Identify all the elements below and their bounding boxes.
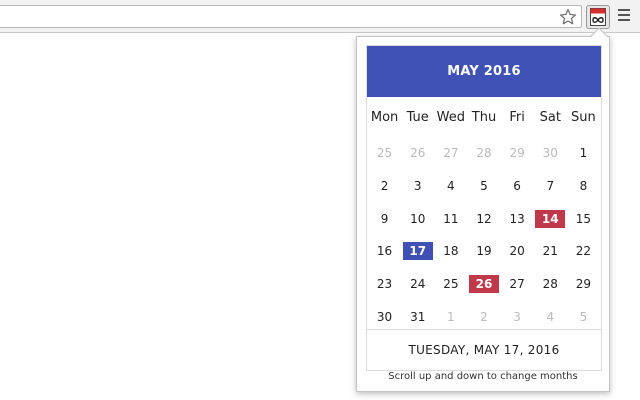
day-cell[interactable]: 28 bbox=[534, 268, 567, 301]
day-number: 6 bbox=[513, 179, 521, 194]
day-cell[interactable]: 23 bbox=[368, 268, 401, 301]
weekday-row: Mon Tue Wed Thu Fri Sat Sun bbox=[367, 97, 601, 137]
day-cell[interactable]: 7 bbox=[534, 170, 567, 203]
day-number: 25 bbox=[376, 146, 393, 161]
star-icon[interactable] bbox=[559, 8, 577, 26]
day-cell[interactable]: 16 bbox=[368, 235, 401, 268]
selected-date: TUESDAY, MAY 17, 2016 bbox=[367, 329, 601, 370]
day-cell[interactable]: 30 bbox=[534, 137, 567, 170]
calendar-extension-icon bbox=[590, 8, 606, 26]
day-number: 4 bbox=[546, 309, 555, 324]
day-number: 26 bbox=[410, 146, 426, 161]
day-number: 8 bbox=[579, 179, 588, 194]
day-number: 1 bbox=[579, 146, 588, 161]
day-number: 1 bbox=[447, 309, 455, 324]
day-cell[interactable]: 29 bbox=[501, 137, 534, 170]
day-cell[interactable]: 29 bbox=[567, 268, 600, 301]
day-number: 3 bbox=[413, 179, 422, 194]
day-cell[interactable]: 9 bbox=[368, 202, 401, 235]
day-number: 17 bbox=[402, 242, 433, 261]
day-number: 16 bbox=[376, 244, 393, 259]
day-number: 21 bbox=[542, 244, 558, 259]
weekday-sat: Sat bbox=[539, 109, 561, 125]
weekday-fri: Fri bbox=[509, 109, 525, 125]
day-cell[interactable]: 5 bbox=[467, 170, 500, 203]
calendar-extension-button[interactable] bbox=[586, 5, 610, 29]
day-number: 18 bbox=[443, 244, 459, 259]
day-cell[interactable]: 3 bbox=[401, 170, 434, 203]
day-cell[interactable]: 27 bbox=[434, 137, 467, 170]
day-number: 29 bbox=[509, 146, 525, 161]
day-cell[interactable]: 27 bbox=[501, 268, 534, 301]
weekday-thu: Thu bbox=[471, 109, 497, 125]
day-number: 24 bbox=[410, 277, 426, 292]
day-cell[interactable]: 26 bbox=[467, 268, 500, 301]
day-number: 4 bbox=[447, 179, 455, 194]
scroll-hint: Scroll up and down to change months bbox=[388, 371, 578, 382]
day-grid[interactable]: 25 26 27 28 29 30 1 2 3 4 5 6 7 8 9 10 11 12 13 14 15 16 17 18 1… bbox=[367, 137, 601, 333]
day-cell[interactable]: 15 bbox=[567, 202, 600, 235]
weekday-wed: Wed bbox=[436, 109, 466, 125]
day-cell[interactable]: 26 bbox=[401, 137, 434, 170]
day-number: 22 bbox=[575, 244, 592, 259]
day-number: 12 bbox=[476, 211, 492, 226]
day-number: 31 bbox=[410, 309, 426, 324]
day-number: 11 bbox=[443, 211, 459, 226]
day-cell[interactable]: 24 bbox=[401, 268, 434, 301]
day-cell[interactable]: 25 bbox=[368, 137, 401, 170]
day-number: 5 bbox=[480, 179, 488, 194]
day-number: 9 bbox=[380, 211, 389, 226]
day-cell[interactable]: 8 bbox=[567, 170, 600, 203]
day-number: 30 bbox=[542, 146, 558, 161]
day-cell[interactable]: 25 bbox=[434, 268, 467, 301]
day-cell[interactable]: 21 bbox=[534, 235, 567, 268]
day-cell[interactable]: 18 bbox=[434, 235, 467, 268]
day-cell[interactable]: 6 bbox=[501, 170, 534, 203]
day-number: 26 bbox=[468, 275, 499, 294]
day-cell[interactable]: 1 bbox=[567, 137, 600, 170]
day-cell[interactable]: 13 bbox=[501, 202, 534, 235]
day-number: 25 bbox=[443, 277, 459, 292]
weekday-mon: Mon bbox=[370, 109, 399, 125]
day-cell[interactable]: 4 bbox=[434, 170, 467, 203]
calendar: MAY 2016 Mon Tue Wed Thu Fri Sat Sun 25 26 27 28 2… bbox=[366, 45, 602, 371]
day-number: 10 bbox=[410, 211, 426, 226]
menu-icon[interactable] bbox=[618, 9, 630, 23]
day-cell[interactable]: 14 bbox=[534, 202, 567, 235]
browser-toolbar bbox=[0, 0, 640, 33]
day-number: 13 bbox=[509, 211, 525, 226]
day-number: 27 bbox=[443, 146, 459, 161]
day-cell[interactable]: 2 bbox=[368, 170, 401, 203]
day-number: 19 bbox=[476, 244, 492, 259]
day-cell[interactable]: 12 bbox=[467, 202, 500, 235]
day-number: 14 bbox=[535, 209, 566, 228]
weekday-sun: Sun bbox=[571, 109, 596, 125]
day-number: 2 bbox=[480, 309, 488, 324]
day-number: 3 bbox=[513, 309, 521, 324]
day-cell[interactable]: 22 bbox=[567, 235, 600, 268]
weekday-tue: Tue bbox=[406, 109, 429, 125]
calendar-popup: MAY 2016 Mon Tue Wed Thu Fri Sat Sun 25 26 27 28 2… bbox=[356, 27, 610, 392]
day-cell[interactable]: 28 bbox=[467, 137, 500, 170]
day-cell[interactable]: 10 bbox=[401, 202, 434, 235]
day-number: 30 bbox=[376, 309, 393, 324]
day-number: 23 bbox=[376, 277, 393, 292]
address-bar[interactable] bbox=[0, 5, 582, 28]
day-number: 5 bbox=[579, 309, 588, 324]
day-number: 29 bbox=[575, 277, 592, 292]
day-cell[interactable]: 11 bbox=[434, 202, 467, 235]
month-title: MAY 2016 bbox=[367, 46, 601, 97]
day-number: 20 bbox=[509, 244, 525, 259]
day-number: 2 bbox=[380, 179, 389, 194]
day-number: 15 bbox=[575, 211, 592, 226]
day-cell[interactable]: 19 bbox=[467, 235, 500, 268]
day-cell[interactable]: 20 bbox=[501, 235, 534, 268]
day-cell[interactable]: 17 bbox=[401, 235, 434, 268]
day-number: 28 bbox=[476, 146, 492, 161]
day-number: 27 bbox=[509, 277, 525, 292]
day-number: 7 bbox=[546, 179, 555, 194]
day-number: 28 bbox=[542, 277, 558, 292]
